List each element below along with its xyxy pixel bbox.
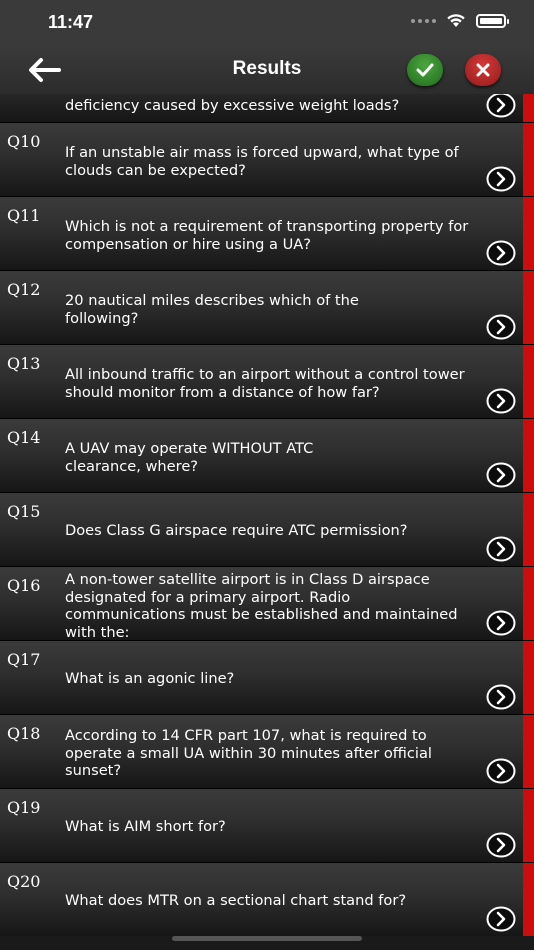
question-row[interactable]: Q19 What is AIM short for? <box>0 788 534 862</box>
question-number: Q13 <box>7 354 41 373</box>
question-number: Q18 <box>7 724 41 743</box>
question-text: What is an agonic line? <box>65 670 235 687</box>
question-number: Q12 <box>7 280 41 299</box>
status-bar: 11:47 <box>0 0 534 46</box>
question-number: Q14 <box>7 428 41 447</box>
question-row[interactable]: Q11 Which is not a requirement of transp… <box>0 196 534 270</box>
status-indicator <box>523 94 534 122</box>
chevron-right-icon[interactable] <box>486 462 516 488</box>
status-indicator <box>523 493 534 566</box>
status-indicator <box>523 197 534 270</box>
status-indicator <box>523 419 534 492</box>
results-list[interactable]: deficiency caused by excessive weight lo… <box>0 94 534 950</box>
chevron-right-icon[interactable] <box>486 758 516 784</box>
question-row[interactable]: Q20 What does MTR on a sectional chart s… <box>0 862 534 936</box>
reject-button[interactable] <box>465 54 501 86</box>
chevron-right-icon[interactable] <box>486 832 516 858</box>
status-indicator <box>523 123 534 196</box>
page-title: Results <box>232 58 302 79</box>
cellular-signal-icon <box>411 18 436 23</box>
chevron-right-icon[interactable] <box>486 314 516 340</box>
accept-button[interactable] <box>407 54 443 86</box>
question-row[interactable]: Q18 According to 14 CFR part 107, what i… <box>0 714 534 788</box>
status-indicator <box>523 863 534 936</box>
question-number: Q15 <box>7 502 41 521</box>
status-indicator <box>523 715 534 788</box>
question-number: Q11 <box>7 206 41 225</box>
question-text: A UAV may operate WITHOUT ATC clearance,… <box>65 440 314 475</box>
question-text: What does MTR on a sectional chart stand… <box>65 892 407 909</box>
chevron-right-icon[interactable] <box>486 906 516 932</box>
question-number: Q20 <box>7 872 41 891</box>
question-text: If an unstable air mass is forced upward… <box>65 144 459 179</box>
question-row[interactable]: Q17 What is an agonic line? <box>0 640 534 714</box>
chevron-right-icon[interactable] <box>486 536 516 562</box>
question-number: Q10 <box>7 132 41 151</box>
wifi-icon <box>447 14 465 27</box>
question-row[interactable]: Q13 All inbound traffic to an airport wi… <box>0 344 534 418</box>
question-text: A non-tower satellite airport is in Clas… <box>65 571 458 641</box>
question-text: 20 nautical miles describes which of the… <box>65 292 359 327</box>
question-text: All inbound traffic to an airport withou… <box>65 366 465 401</box>
question-text: Which is not a requirement of transporti… <box>65 218 469 253</box>
checkmark-icon <box>416 63 434 77</box>
chevron-right-icon[interactable] <box>486 94 516 118</box>
question-text: Does Class G airspace require ATC permis… <box>65 522 408 539</box>
status-indicator <box>523 641 534 714</box>
chevron-right-icon[interactable] <box>486 166 516 192</box>
question-number: Q16 <box>7 576 41 595</box>
question-number: Q19 <box>7 798 41 817</box>
status-time: 11:47 <box>48 12 94 32</box>
question-text: According to 14 CFR part 107, what is re… <box>65 727 432 779</box>
question-row[interactable]: Q12 20 nautical miles describes which of… <box>0 270 534 344</box>
home-indicator <box>172 936 362 941</box>
status-indicator <box>523 789 534 862</box>
question-row[interactable]: Q10 If an unstable air mass is forced up… <box>0 122 534 196</box>
question-row[interactable]: deficiency caused by excessive weight lo… <box>0 94 534 122</box>
chevron-right-icon[interactable] <box>486 240 516 266</box>
status-icons <box>411 13 509 28</box>
question-row[interactable]: Q15 Does Class G airspace require ATC pe… <box>0 492 534 566</box>
status-indicator <box>523 271 534 344</box>
chevron-right-icon[interactable] <box>486 684 516 710</box>
status-indicator <box>523 567 534 640</box>
close-icon <box>476 63 490 77</box>
question-number: Q17 <box>7 650 41 669</box>
chevron-right-icon[interactable] <box>486 610 516 636</box>
question-row[interactable]: Q16 A non-tower satellite airport is in … <box>0 566 534 641</box>
question-row[interactable]: Q14 A UAV may operate WITHOUT ATC cleara… <box>0 418 534 492</box>
nav-bar: Results <box>0 46 534 94</box>
question-text: What is AIM short for? <box>65 818 226 835</box>
battery-icon <box>476 13 509 28</box>
status-indicator <box>523 345 534 418</box>
chevron-right-icon[interactable] <box>486 388 516 414</box>
question-text: deficiency caused by excessive weight lo… <box>65 97 400 114</box>
